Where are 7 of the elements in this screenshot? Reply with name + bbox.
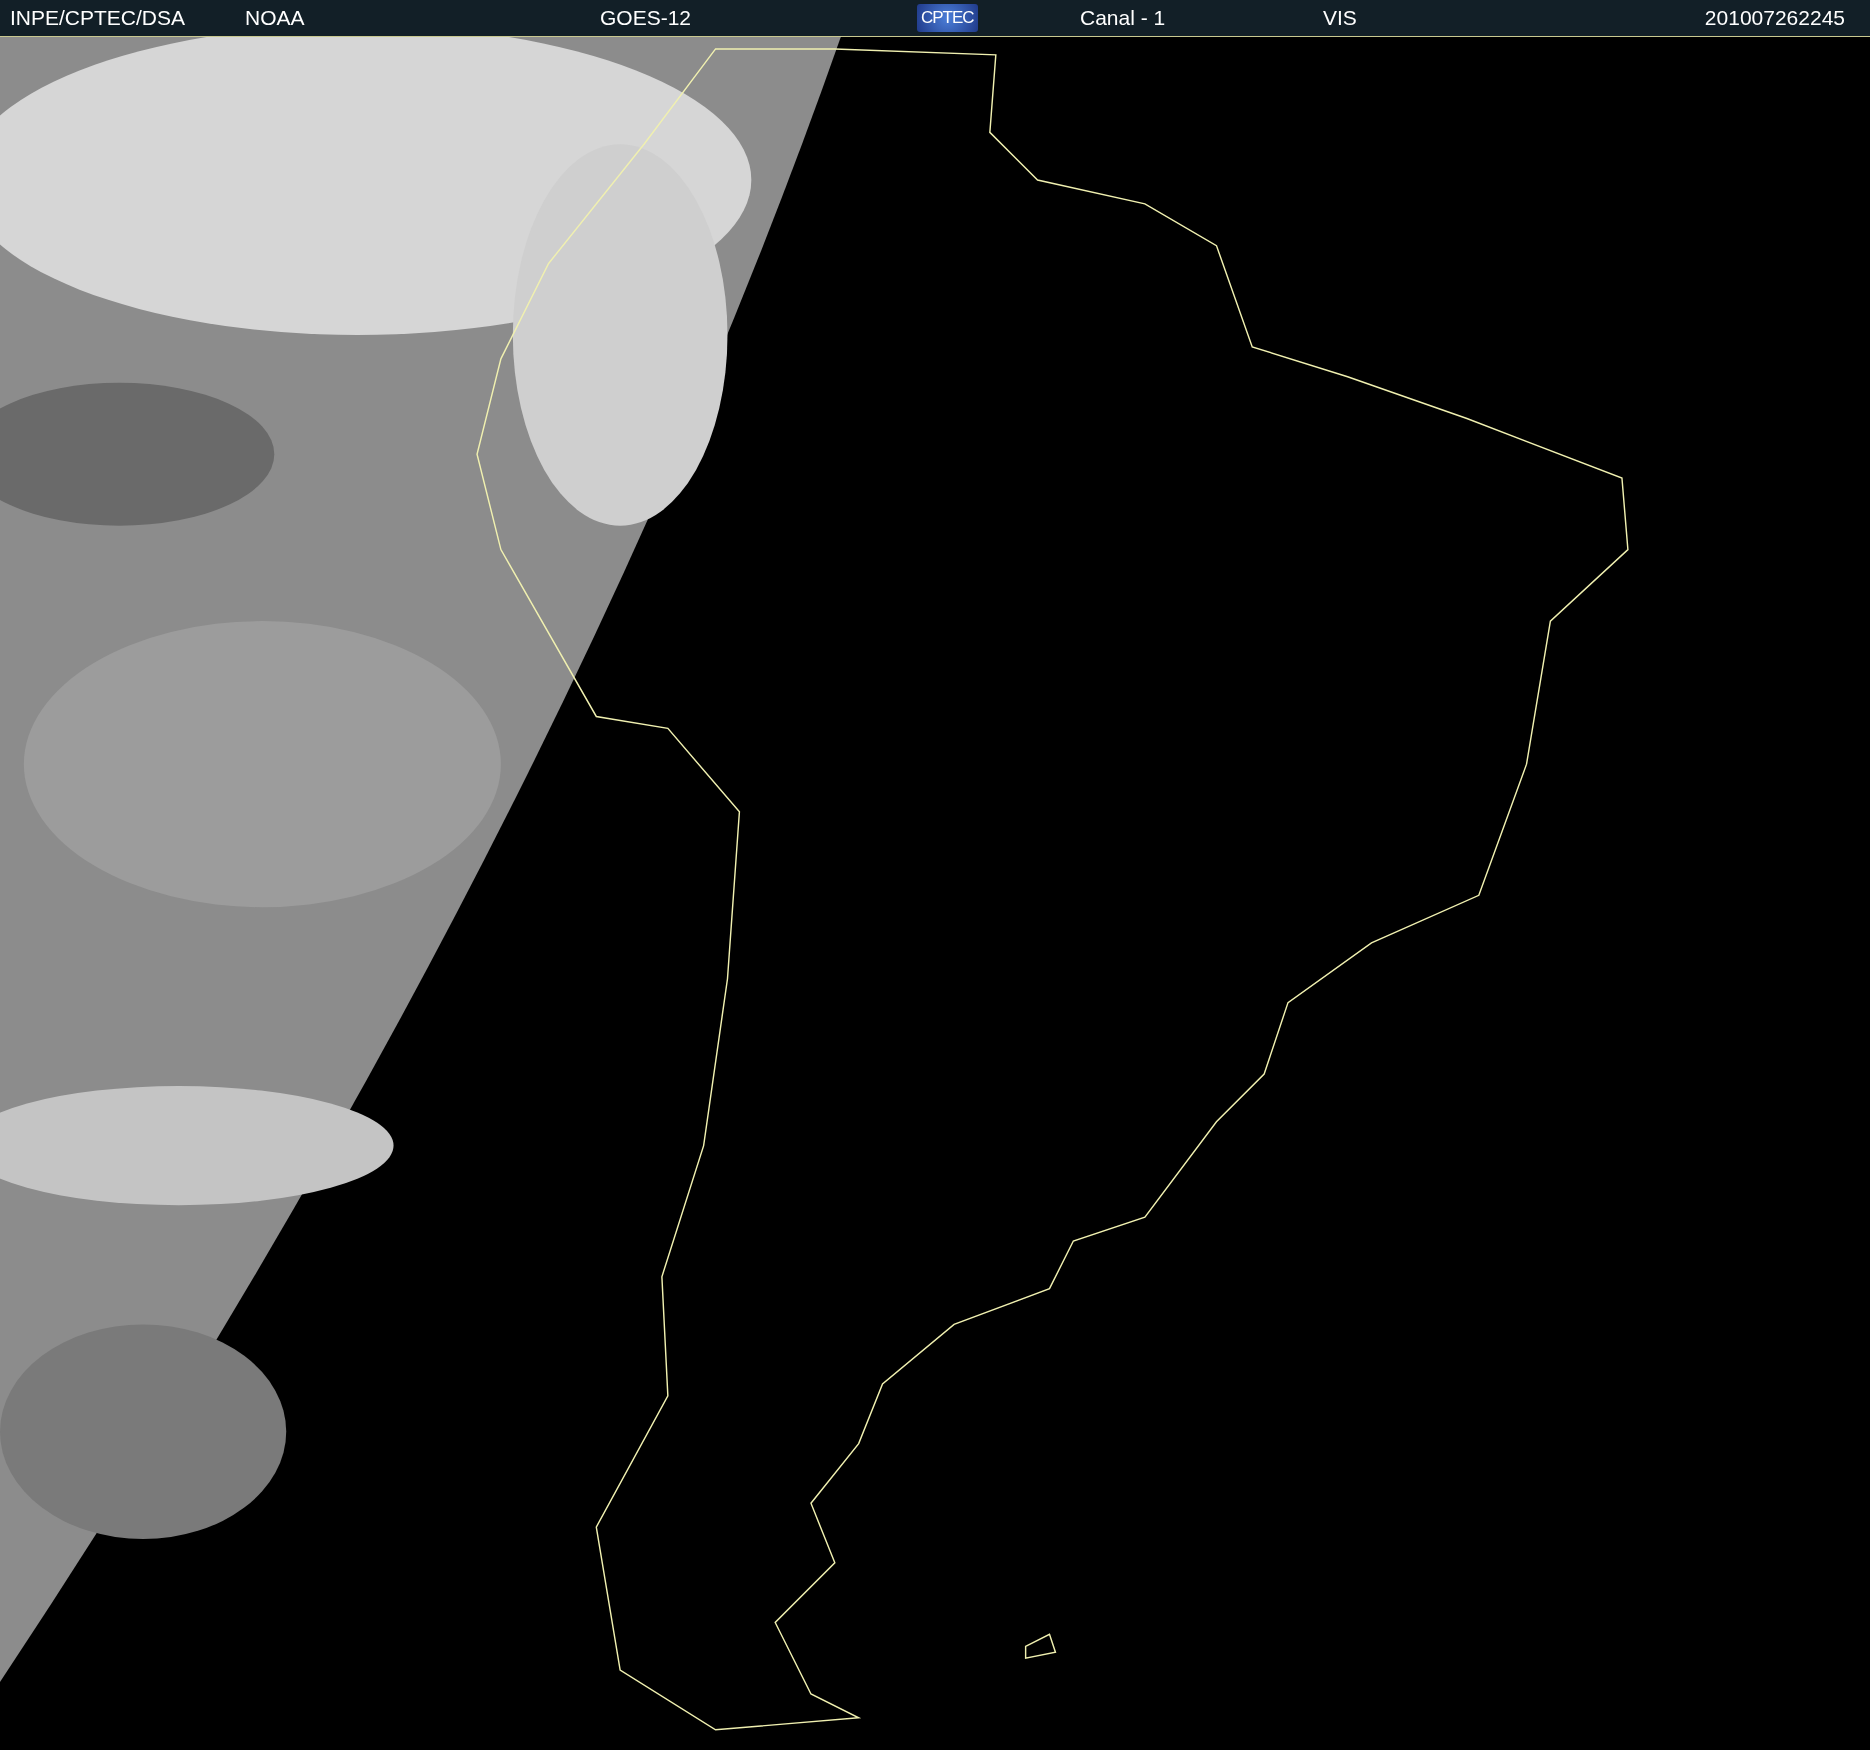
header-text: INPE/CPTEC/DSA <box>10 6 186 30</box>
header-text: NOAA <box>245 6 305 30</box>
header-text: 201007262245 <box>1704 6 1845 30</box>
logo: CPTEC <box>917 4 978 32</box>
header-text: VIS <box>1323 6 1357 30</box>
header-text: Canal - 1 <box>1080 6 1166 30</box>
header-text: GOES-12 <box>600 6 692 30</box>
